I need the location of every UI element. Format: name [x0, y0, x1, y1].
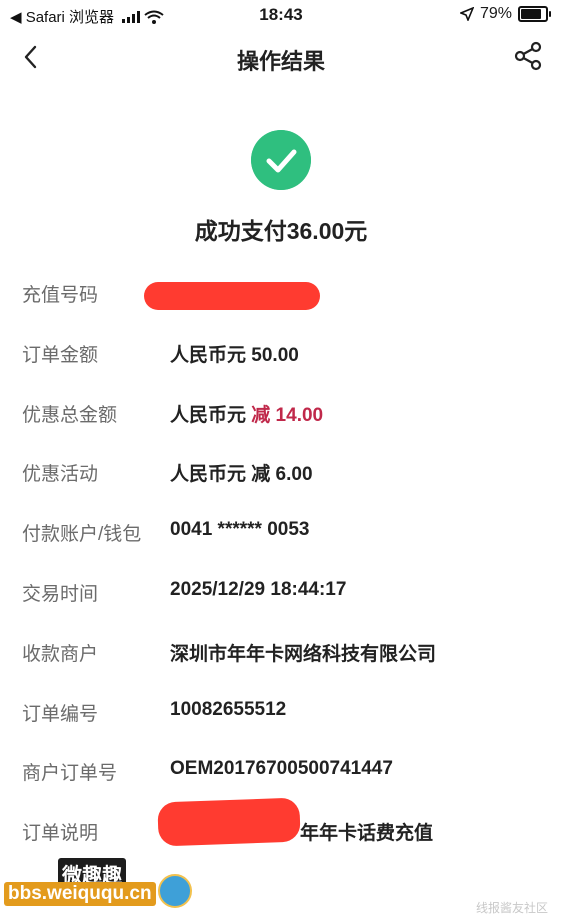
page-title: 操作结果: [236, 49, 325, 74]
share-icon[interactable]: [512, 40, 544, 72]
detail-row-merchant-order-number: 商户订单号 OEM20176700500741447: [0, 742, 562, 802]
discount-prefix: 人民币元: [170, 404, 252, 426]
detail-value: OEM20176700500741447: [170, 758, 393, 780]
watermark-avatar: [158, 874, 192, 908]
detail-row-payment-account: 付款账户/钱包 0041 ****** 0053: [0, 503, 562, 563]
detail-label: 收款商户: [22, 643, 99, 665]
redaction-mark: [157, 797, 301, 847]
detail-row-transaction-time: 交易时间 2025/12/29 18:44:17: [0, 563, 562, 623]
status-bar: ◀ Safari 浏览器 18:43 79%: [0, 0, 562, 30]
detail-label: 充值号码: [22, 285, 99, 306]
redaction-mark: [144, 282, 320, 310]
detail-label: 优惠总金额: [22, 404, 118, 426]
detail-row-total-discount: 优惠总金额 人民币元 减 14.00: [0, 384, 562, 444]
corner-watermark: 线报酱友社区: [475, 901, 548, 915]
watermark-url: bbs.weiququ.cn: [4, 882, 156, 906]
nav-bar: 操作结果: [0, 30, 562, 86]
detail-value: 人民币元 减 14.00: [170, 400, 323, 427]
detail-label: 商户订单号: [22, 763, 118, 785]
status-right: 79%: [459, 5, 551, 23]
detail-value: 10082655512: [170, 698, 287, 720]
location-icon: [459, 7, 474, 21]
detail-row-promotion: 优惠活动 人民币元 减 6.00: [0, 443, 562, 503]
detail-label: 订单说明: [22, 823, 99, 845]
battery-icon: [518, 6, 551, 22]
detail-value: 2025/12/29 18:44:17: [170, 578, 347, 600]
payment-success-text: 成功支付36.00元: [194, 218, 368, 244]
detail-value: 年年卡话费充值: [300, 823, 434, 845]
detail-value: 深圳市年年卡网络科技有限公司: [170, 643, 437, 665]
watermark: 微趣趣 bbs.weiququ.cn: [0, 852, 210, 912]
detail-value: 人民币元 减 6.00: [170, 464, 313, 486]
detail-value: 0041 ****** 0053: [170, 519, 310, 541]
detail-label: 付款账户/钱包: [22, 524, 142, 546]
detail-label: 订单编号: [22, 703, 99, 725]
detail-value: 人民币元 50.00: [170, 344, 299, 366]
detail-label: 订单金额: [22, 344, 99, 366]
order-details: 充值号码 订单金额 人民币元 50.00 优惠总金额 人民币元 减 14.00 …: [0, 264, 562, 862]
detail-row-order-number: 订单编号 10082655512: [0, 683, 562, 743]
detail-row-order-amount: 订单金额 人民币元 50.00: [0, 324, 562, 384]
detail-label: 交易时间: [22, 583, 99, 605]
battery-percent: 79%: [479, 5, 512, 22]
detail-label: 优惠活动: [22, 464, 99, 486]
discount-amount: 减 14.00: [251, 404, 324, 426]
success-check-icon: [251, 130, 311, 190]
detail-row-merchant: 收款商户 深圳市年年卡网络科技有限公司: [0, 623, 562, 683]
